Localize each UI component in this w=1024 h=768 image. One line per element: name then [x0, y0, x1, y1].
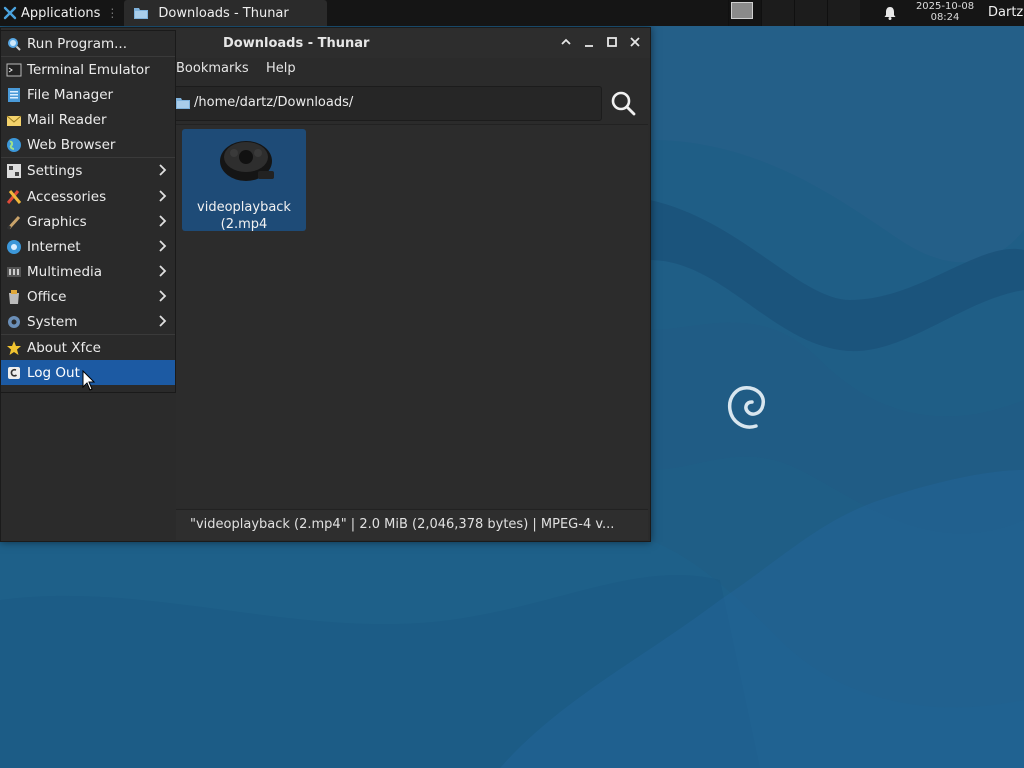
applications-label: Applications — [21, 5, 101, 21]
chevron-up-icon — [561, 38, 571, 45]
search-button[interactable] — [609, 89, 637, 117]
chevron-right-icon — [159, 265, 167, 277]
menu-item-settings[interactable]: Settings — [1, 158, 175, 183]
workspace-4[interactable] — [827, 0, 860, 26]
minimize-button[interactable] — [582, 36, 596, 50]
menu-item-label: Graphics — [27, 213, 87, 230]
workspace-switcher[interactable] — [728, 0, 860, 26]
file-name-line-2: (2.mp4 — [220, 217, 268, 232]
taskbar-item-thunar[interactable]: Downloads - Thunar — [124, 0, 327, 26]
applications-menu-button[interactable]: Applications — [0, 0, 104, 26]
clock-time: 08:24 — [930, 12, 960, 23]
taskbar-item-label: Downloads - Thunar — [158, 5, 289, 21]
file-item[interactable]: videoplayback (2.mp4 — [182, 129, 306, 233]
menu-item-label: Multimedia — [27, 263, 103, 280]
menu-item-label: Web Browser — [27, 136, 116, 153]
menu-item-graphics[interactable]: Graphics — [1, 209, 175, 234]
close-icon — [630, 37, 640, 47]
chevron-right-icon — [159, 240, 167, 252]
mouse-cursor-icon — [82, 370, 96, 391]
menu-item-internet[interactable]: Internet — [1, 234, 175, 259]
user-menu[interactable]: Dartz — [988, 5, 1023, 20]
panel-separator: ⋮ — [106, 6, 119, 20]
notification-bell-icon[interactable] — [882, 5, 898, 21]
xfce-logo-icon — [3, 6, 17, 20]
file-view[interactable]: videoplayback (2.mp4 — [176, 124, 648, 508]
menu-item-terminal-emulator[interactable]: Terminal Emulator — [1, 57, 175, 82]
globe-icon — [7, 137, 21, 152]
logout-icon — [8, 366, 20, 379]
menu-item-label: System — [27, 313, 78, 330]
menu-help[interactable]: Help — [266, 61, 296, 76]
menu-item-mail-reader[interactable]: Mail Reader — [1, 107, 175, 132]
menu-item-label: Mail Reader — [27, 111, 107, 128]
chevron-right-icon — [159, 190, 167, 202]
workspace-1[interactable] — [728, 0, 761, 26]
menu-item-system[interactable]: System — [1, 309, 175, 334]
file-name: videoplayback (2.mp4 — [182, 199, 306, 233]
top-panel: Applications ⋮ Downloads - Thunar 2025-1… — [0, 0, 1024, 26]
window-title: Downloads - Thunar — [223, 36, 370, 51]
menu-item-multimedia[interactable]: Multimedia — [1, 259, 175, 284]
menu-item-label: File Manager — [27, 86, 114, 103]
office-icon — [9, 289, 19, 304]
menu-item-run-program[interactable]: Run Program... — [1, 31, 175, 56]
menu-item-accessories[interactable]: Accessories — [1, 184, 175, 209]
workspace-3[interactable] — [794, 0, 827, 26]
folder-icon — [134, 8, 149, 19]
file-manager-icon — [8, 87, 20, 102]
internet-icon — [7, 239, 21, 254]
chevron-right-icon — [159, 215, 167, 227]
folder-icon — [176, 98, 190, 109]
debian-swirl-logo — [727, 386, 765, 429]
location-path: /home/dartz/Downloads/ — [194, 95, 354, 110]
chevron-right-icon — [159, 290, 167, 302]
workspace-2[interactable] — [761, 0, 794, 26]
clock-date: 2025-10-08 — [915, 1, 975, 12]
applications-menu: Run Program... Terminal Emulator File Ma… — [0, 30, 176, 393]
menu-item-label: Run Program... — [27, 35, 128, 52]
maximize-button[interactable] — [605, 36, 619, 50]
menu-item-label: Accessories — [27, 188, 107, 205]
system-icon — [8, 315, 20, 328]
mail-icon — [6, 115, 22, 126]
menu-item-about-xfce[interactable]: About Xfce — [1, 335, 175, 360]
location-bar[interactable]: /home/dartz/Downloads/ — [173, 86, 602, 121]
chevron-right-icon — [159, 164, 167, 176]
menu-bookmarks[interactable]: Bookmarks — [176, 61, 249, 76]
shade-button[interactable] — [559, 36, 573, 50]
status-text: "videoplayback (2.mp4" | 2.0 MiB (2,046,… — [190, 517, 615, 532]
graphics-icon — [6, 215, 21, 230]
menu-item-label: About Xfce — [27, 339, 101, 356]
menu-item-label: Office — [27, 288, 67, 305]
close-button[interactable] — [628, 36, 642, 50]
chevron-right-icon — [159, 315, 167, 327]
terminal-icon — [6, 63, 22, 76]
settings-icon — [7, 163, 21, 178]
side-pane — [1, 391, 174, 540]
maximize-icon — [607, 37, 617, 47]
star-icon — [7, 340, 21, 355]
panel-clock[interactable]: 2025-10-08 08:24 — [908, 1, 982, 23]
minimize-icon — [585, 45, 593, 47]
menu-item-file-manager[interactable]: File Manager — [1, 82, 175, 107]
run-icon — [8, 37, 21, 51]
menu-item-label: Terminal Emulator — [27, 61, 150, 78]
workspace-window-preview — [731, 2, 753, 19]
search-icon — [611, 91, 636, 116]
menu-item-web-browser[interactable]: Web Browser — [1, 132, 175, 157]
accessories-icon — [6, 189, 22, 204]
video-thumbnail-icon — [220, 141, 274, 181]
file-name-line-1: videoplayback — [197, 200, 291, 215]
status-bar: "videoplayback (2.mp4" | 2.0 MiB (2,046,… — [176, 509, 648, 540]
menu-item-label: Settings — [27, 162, 83, 179]
menu-item-label: Log Out — [27, 364, 80, 381]
menu-item-office[interactable]: Office — [1, 284, 175, 309]
menu-item-label: Internet — [27, 238, 81, 255]
multimedia-icon — [7, 266, 21, 277]
